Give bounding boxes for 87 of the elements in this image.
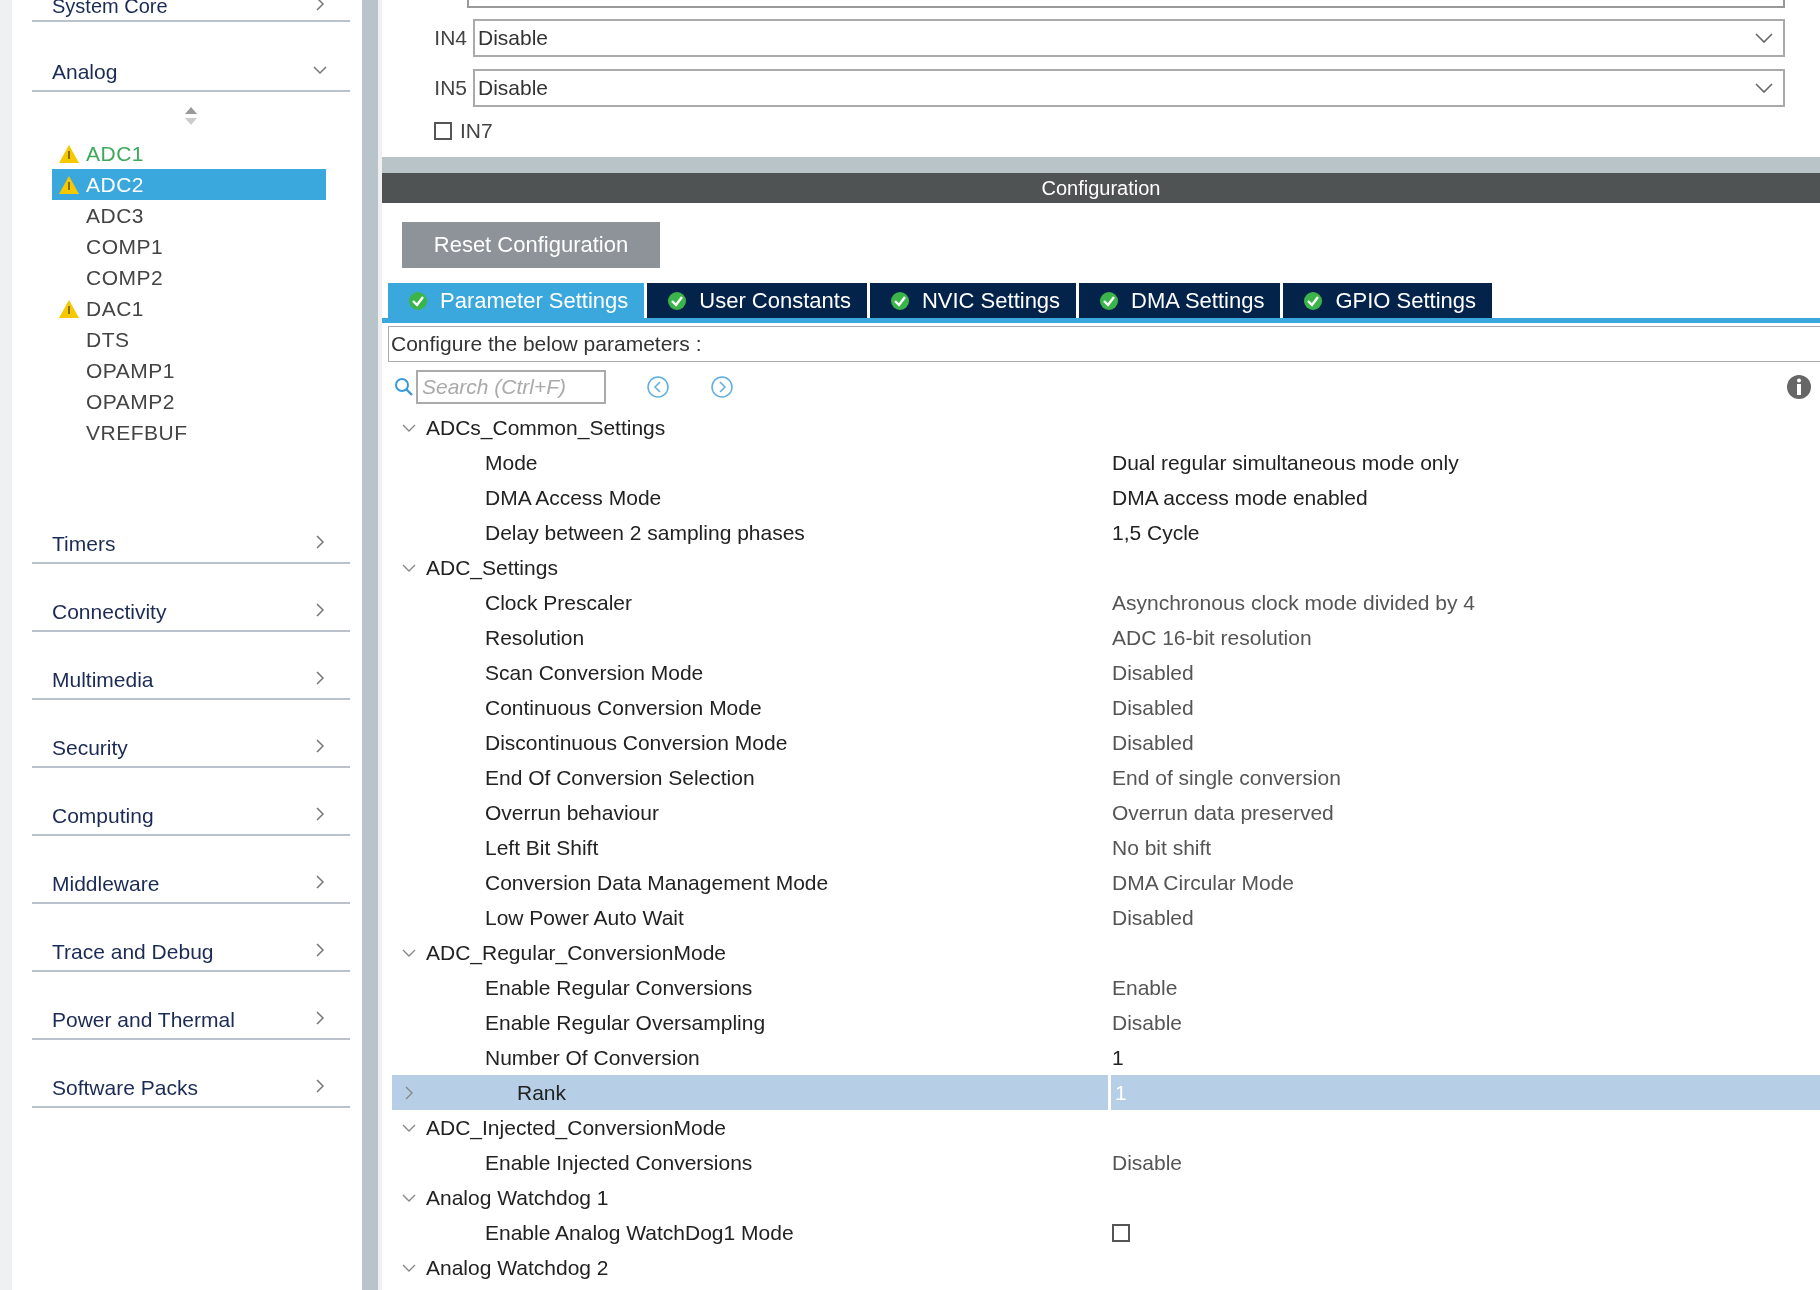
parameter-value[interactable]: Dual regular simultaneous mode only: [1112, 450, 1459, 475]
parameter-name[interactable]: Enable Injected Conversions: [426, 1150, 1108, 1175]
parameter-name[interactable]: DMA Access Mode: [426, 485, 1108, 510]
checkbox[interactable]: [1112, 1223, 1130, 1242]
checkbox[interactable]: IN7: [434, 119, 1790, 143]
category-header[interactable]: Security: [32, 700, 350, 768]
caret-icon: [1755, 83, 1773, 93]
category-header[interactable]: Trace and Debug: [32, 904, 350, 972]
field-label: IN5: [433, 76, 468, 100]
search-icon: [394, 377, 414, 397]
peripheral-item[interactable]: OPAMP2: [52, 386, 326, 417]
parameter-name[interactable]: Enable Regular Oversampling: [426, 1010, 1108, 1035]
parameter-value[interactable]: 1: [1112, 1045, 1124, 1070]
tab[interactable]: User Constants: [647, 283, 867, 318]
peripheral-item[interactable]: DAC1: [52, 293, 326, 324]
previous-icon[interactable]: [646, 375, 670, 399]
tree-group[interactable]: Analog Watchdog 2: [392, 1250, 1820, 1285]
parameter-value[interactable]: Overrun data preserved: [1112, 800, 1334, 825]
parameter-name[interactable]: Resolution: [426, 625, 1108, 650]
check-icon: [1303, 290, 1324, 311]
tree-group[interactable]: ADCs_Common_Settings: [392, 410, 1820, 445]
parameter-name[interactable]: Scan Conversion Mode: [426, 660, 1108, 685]
dropdown-field[interactable]: [467, 0, 1785, 8]
parameter-name[interactable]: Enable Analog WatchDog1 Mode: [426, 1220, 1108, 1245]
parameter-name[interactable]: Clock Prescaler: [426, 590, 1108, 615]
parameter-name[interactable]: Low Power Auto Wait: [426, 905, 1108, 930]
peripheral-item[interactable]: DTS: [52, 324, 326, 355]
field-label: IN4: [433, 26, 468, 50]
category-header[interactable]: Computing: [32, 768, 350, 836]
caret-icon: [1755, 33, 1773, 43]
parameter-value[interactable]: ADC 16-bit resolution: [1112, 625, 1312, 650]
parameter-name[interactable]: Enable Regular Conversions: [426, 975, 1108, 1000]
category-header[interactable]: Multimedia: [32, 632, 350, 700]
parameter-name[interactable]: Number Of Conversion: [426, 1045, 1108, 1070]
parameter-name[interactable]: Conversion Data Management Mode: [426, 870, 1108, 895]
parameter-value[interactable]: Disabled: [1112, 905, 1194, 930]
category-header[interactable]: Middleware: [32, 836, 350, 904]
parameter-value[interactable]: Disabled: [1112, 660, 1194, 685]
parameter-value[interactable]: Asynchronous clock mode divided by 4: [1112, 590, 1476, 615]
parameter-name[interactable]: Overrun behaviour: [426, 800, 1108, 825]
scroll-arrows-icon[interactable]: [184, 106, 198, 126]
parameter-name[interactable]: Discontinuous Conversion Mode: [426, 730, 1108, 755]
hint-text: Configure the below parameters :: [388, 326, 1820, 362]
check-icon: [1099, 290, 1120, 311]
parameter-value[interactable]: 1,5 Cycle: [1112, 520, 1200, 545]
tree-group[interactable]: ADC_Injected_ConversionMode: [392, 1110, 1820, 1145]
parameter-value[interactable]: DMA access mode enabled: [1112, 485, 1368, 510]
section-header: Configuration: [382, 173, 1820, 203]
parameter-value[interactable]: Disable: [1112, 1150, 1183, 1175]
tab[interactable]: DMA Settings: [1079, 283, 1281, 318]
peripheral-item[interactable]: OPAMP1: [52, 355, 326, 386]
category-header[interactable]: Software Packs: [32, 1040, 350, 1108]
parameter-name[interactable]: End Of Conversion Selection: [426, 765, 1108, 790]
category-header[interactable]: Analog: [32, 24, 350, 92]
parameter-name[interactable]: Mode: [426, 450, 1108, 475]
peripheral-item[interactable]: VREFBUF: [52, 417, 326, 448]
check-icon: [667, 290, 688, 311]
info-icon[interactable]: [1786, 374, 1812, 400]
check-icon: [408, 290, 428, 311]
splitter-handle[interactable]: [362, 0, 382, 1290]
parameter-value[interactable]: Disable: [1112, 1010, 1183, 1035]
tab[interactable]: GPIO Settings: [1283, 283, 1492, 318]
parameter-name[interactable]: Continuous Conversion Mode: [426, 695, 1108, 720]
next-icon[interactable]: [710, 375, 734, 399]
category-header[interactable]: Timers: [32, 496, 350, 564]
dropdown-field[interactable]: Disable: [473, 69, 1785, 107]
parameter-name[interactable]: Delay between 2 sampling phases: [426, 520, 1108, 545]
parameter-name[interactable]: Rank: [426, 1080, 1108, 1105]
parameter-value[interactable]: End of single conversion: [1112, 765, 1341, 790]
parameter-value[interactable]: Disabled: [1112, 695, 1194, 720]
parameter-value[interactable]: No bit shift: [1112, 835, 1212, 860]
tab[interactable]: NVIC Settings: [869, 283, 1077, 318]
category-header[interactable]: Power and Thermal: [32, 972, 350, 1040]
dropdown-field[interactable]: Disable: [473, 19, 1785, 57]
peripheral-item[interactable]: COMP2: [52, 262, 326, 293]
check-icon: [889, 290, 910, 311]
search-field[interactable]: Search (Ctrl+F): [416, 370, 606, 404]
tree-group[interactable]: ADC_Settings: [392, 550, 1820, 585]
tree-group[interactable]: Analog Watchdog 1: [392, 1180, 1820, 1215]
parameter-value[interactable]: DMA Circular Mode: [1112, 870, 1295, 895]
parameter-value[interactable]: Disabled: [1112, 730, 1194, 755]
tree-group[interactable]: ADC_Regular_ConversionMode: [392, 935, 1820, 970]
parameter-name[interactable]: Left Bit Shift: [426, 835, 1108, 860]
peripheral-item[interactable]: ADC3: [52, 200, 326, 231]
parameter-value[interactable]: Enable: [1112, 975, 1178, 1000]
category-header[interactable]: Connectivity: [32, 564, 350, 632]
peripheral-item[interactable]: COMP1: [52, 231, 326, 262]
